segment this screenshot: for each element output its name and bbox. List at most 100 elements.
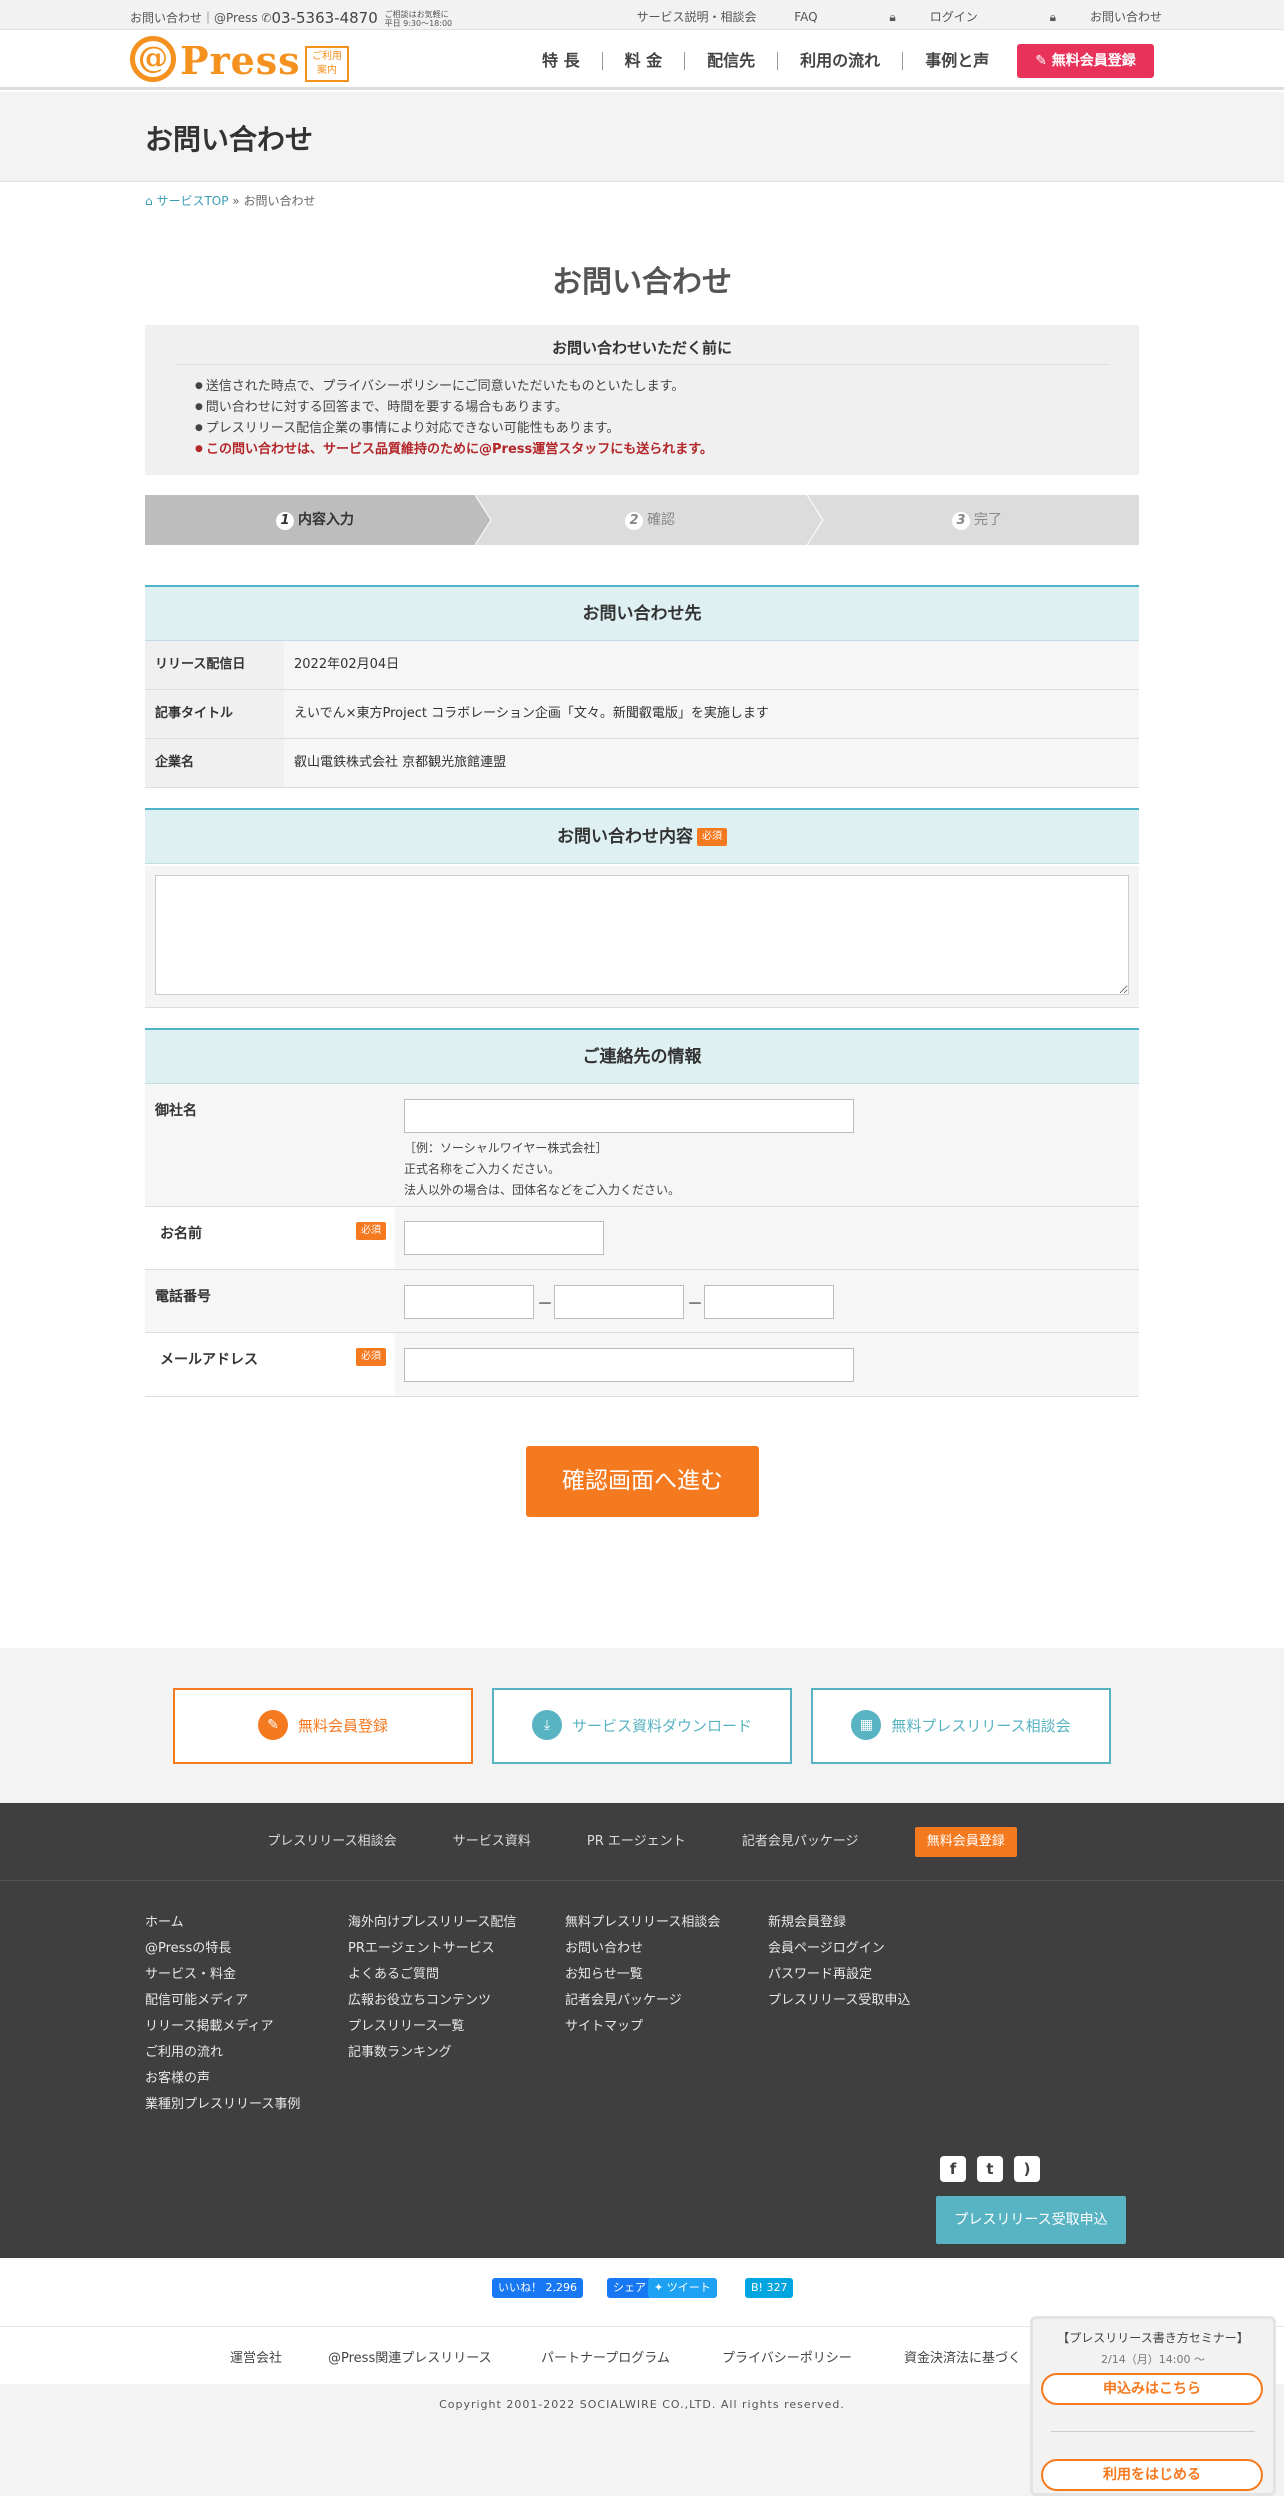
footer-signup-button[interactable]: 無料会員登録	[914, 1827, 1017, 1857]
facebook-like-button[interactable]: いいね！ 2,296	[492, 2278, 583, 2298]
nav-pricing[interactable]: 料 金	[601, 52, 685, 70]
logo-guide-badge[interactable]: ご利用 案内	[305, 46, 349, 82]
footer-link[interactable]: ご利用の流れ	[145, 2040, 300, 2066]
tweet-button[interactable]: ✦ ツイート	[648, 2278, 717, 2298]
company-input[interactable]	[404, 1099, 854, 1133]
footer-link[interactable]: ホーム	[145, 1910, 300, 1936]
step-complete: 3 完了	[815, 495, 1139, 545]
required-badge: 必須	[356, 1348, 386, 1366]
breadcrumb-home[interactable]: ⌂ サービスTOP	[145, 194, 228, 208]
phone-icon: ✆	[261, 11, 272, 25]
email-input[interactable]	[404, 1348, 854, 1382]
name-label: お名前	[160, 1226, 202, 1242]
nav-flow[interactable]: 利用の流れ	[777, 52, 902, 70]
footer-nav-item[interactable]: 記者会見パッケージ	[742, 1834, 859, 1849]
bottom-link[interactable]: 資金決済法に基づく	[904, 2347, 1021, 2366]
top-bar-tel[interactable]: 03-5363-4870	[271, 9, 377, 27]
top-link-service[interactable]: サービス説明・相談会	[636, 10, 756, 24]
contact-info-heading: ご連絡先の情報	[145, 1028, 1139, 1084]
footer-link[interactable]: お客様の声	[145, 2066, 300, 2092]
rss-icon[interactable]: )	[1014, 2156, 1040, 2182]
cta-download-button[interactable]: ⤓ サービス資料ダウンロード	[492, 1688, 792, 1764]
footer-link[interactable]: パスワード再設定	[768, 1962, 910, 1988]
footer-nav-item[interactable]: サービス資料	[453, 1834, 531, 1849]
notice-divider	[175, 364, 1109, 365]
form-row-phone: 電話番号 － －	[145, 1270, 1139, 1333]
confirm-submit-button[interactable]: 確認画面へ進む	[526, 1446, 759, 1517]
breadcrumb-separator: »	[232, 194, 240, 208]
footer-link[interactable]: 業種別プレスリリース事例	[145, 2092, 300, 2118]
site-header: @ Press ご利用 案内 特 長料 金配信先 利用の流れ 事例と声 ✎ 無料会員登…	[0, 30, 1284, 90]
footer-nav-item[interactable]: PR エージェント	[587, 1834, 686, 1849]
footer-link[interactable]: よくあるご質問	[348, 1962, 516, 1988]
footer-link[interactable]: 記事数ランキング	[348, 2040, 516, 2066]
footer-column-3: 無料プレスリリース相談会 お問い合わせ お知らせ一覧 記者会見パッケージ サイト…	[565, 1910, 720, 2040]
footer-link[interactable]: 無料プレスリリース相談会	[565, 1910, 720, 1936]
form-row-name: お名前 必須	[145, 1207, 1139, 1270]
top-link-contact[interactable]: 🔒︎ お問い合わせ	[1016, 10, 1162, 24]
inquiry-area	[145, 866, 1139, 1008]
notice-item: 問い合わせに対する回答まで、時間を要する場合もあります。	[195, 398, 713, 419]
notice-title: お問い合わせいただく前に	[551, 339, 732, 357]
footer-link[interactable]: プレスリリース一覧	[348, 2014, 516, 2040]
phone-separator: －	[687, 1294, 704, 1313]
footer-link[interactable]: 配信可能メディア	[145, 1988, 300, 2014]
table-row: 企業名 叡山電鉄株式会社 京都観光旅館連盟	[145, 739, 1139, 788]
name-input[interactable]	[404, 1221, 604, 1255]
footer-link[interactable]: 会員ページログイン	[768, 1936, 910, 1962]
seminar-floating-panel: 【プレスリリース書き方セミナー】 2/14（月）14:00 ～ 申込みはこちら …	[1030, 2316, 1276, 2496]
lock-icon: 🔒︎	[1049, 10, 1056, 24]
header-signup-button[interactable]: ✎ 無料会員登録	[1017, 44, 1154, 78]
seminar-title: 【プレスリリース書き方セミナー】	[1057, 2331, 1249, 2345]
footer-link[interactable]: 海外向けプレスリリース配信	[348, 1910, 516, 1936]
bottom-link[interactable]: パートナープログラム	[541, 2347, 670, 2366]
footer-column-1: ホーム @Pressの特長 サービス・料金 配信可能メディア リリース掲載メディ…	[145, 1910, 300, 2118]
nav-cases[interactable]: 事例と声	[902, 52, 1011, 70]
start-using-button[interactable]: 利用をはじめる	[1041, 2459, 1263, 2491]
site-footer: プレスリリース相談会 サービス資料 PR エージェント 記者会見パッケージ 無料…	[0, 1803, 1284, 2258]
footer-link[interactable]: 新規会員登録	[768, 1910, 910, 1936]
table-row: リリース配信日 2022年02月04日	[145, 641, 1139, 690]
row-value: 叡山電鉄株式会社 京都観光旅館連盟	[294, 755, 507, 770]
phone-input-3[interactable]	[704, 1285, 834, 1319]
pencil-icon: ✎	[1035, 53, 1052, 69]
row-value: 2022年02月04日	[294, 657, 400, 672]
facebook-icon[interactable]: f	[940, 2156, 966, 2182]
hatena-bookmark-button[interactable]: B! 327	[745, 2278, 794, 2298]
footer-link[interactable]: プレスリリース受取申込	[768, 1988, 910, 2014]
footer-link[interactable]: お問い合わせ	[565, 1936, 720, 1962]
cta-signup-button[interactable]: ✎ 無料会員登録	[173, 1688, 473, 1764]
footer-link[interactable]: PRエージェントサービス	[348, 1936, 516, 1962]
footer-link[interactable]: @Pressの特長	[145, 1936, 300, 1962]
phone-input-1[interactable]	[404, 1285, 534, 1319]
footer-link[interactable]: リリース掲載メディア	[145, 2014, 300, 2040]
seminar-apply-button[interactable]: 申込みはこちら	[1041, 2373, 1263, 2405]
twitter-icon[interactable]: t	[977, 2156, 1003, 2182]
facebook-share-button[interactable]: シェア	[607, 2278, 652, 2298]
table-row: 記事タイトル えいでん×東方Project コラボレーション企画「文々。新聞叡電…	[145, 690, 1139, 739]
logo-wordmark: Press	[180, 38, 301, 83]
footer-link[interactable]: 広報お役立ちコンテンツ	[348, 1988, 516, 2014]
footer-link[interactable]: お知らせ一覧	[565, 1962, 720, 1988]
nav-features[interactable]: 特 長	[520, 52, 602, 70]
cta-consult-button[interactable]: ▦ 無料プレスリリース相談会	[811, 1688, 1111, 1764]
top-link-login[interactable]: 🔒︎ ログイン	[855, 10, 977, 24]
bottom-link[interactable]: @Press関連プレスリリース	[328, 2347, 492, 2366]
nav-distribution[interactable]: 配信先	[684, 52, 777, 70]
calendar-icon: ▦	[851, 1709, 882, 1740]
footer-column-2: 海外向けプレスリリース配信 PRエージェントサービス よくあるご質問 広報お役立…	[348, 1910, 516, 2066]
top-link-faq[interactable]: FAQ	[794, 10, 817, 24]
panel-divider	[1051, 2431, 1255, 2432]
footer-nav-item[interactable]: プレスリリース相談会	[267, 1834, 396, 1849]
bottom-link[interactable]: プライバシーポリシー	[722, 2347, 852, 2366]
footer-link[interactable]: サイトマップ	[565, 2014, 720, 2040]
inquiry-textarea[interactable]	[155, 875, 1129, 995]
footer-link[interactable]: サービス・料金	[145, 1962, 300, 1988]
top-bar: お問い合わせ｜@Press ✆03-5363-4870 ご相談はお気軽に 平日 9…	[0, 0, 1284, 30]
footer-link[interactable]: 記者会見パッケージ	[565, 1988, 720, 2014]
notice-list: 送信された時点で、プライバシーポリシーにご同意いただいたものといたします。 問い…	[195, 377, 713, 461]
phone-input-2[interactable]	[554, 1285, 684, 1319]
bottom-link[interactable]: 運営会社	[230, 2347, 282, 2366]
press-receive-button[interactable]: プレスリリース受取申込	[936, 2196, 1126, 2244]
row-label: リリース配信日	[145, 641, 284, 689]
